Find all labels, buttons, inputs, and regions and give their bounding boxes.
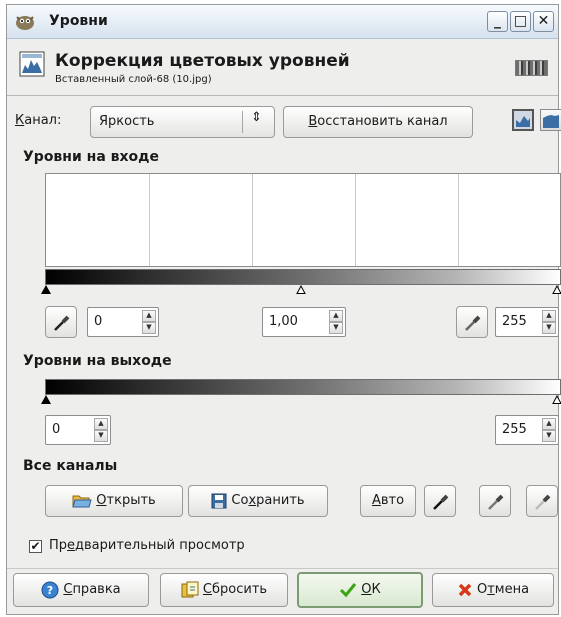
cancel-icon [458, 583, 472, 596]
gray-point-picker-button[interactable] [456, 306, 488, 338]
input-low-marker[interactable] [41, 285, 51, 294]
spin-up-button[interactable]: ▲ [329, 310, 343, 322]
minimize-button[interactable]: _ [487, 11, 508, 32]
auto-button[interactable]: Авто [360, 485, 416, 517]
gimp-icon [16, 16, 34, 30]
folder-open-icon [72, 495, 92, 507]
eyedropper-icon [488, 494, 504, 510]
ok-button[interactable]: ОК [297, 572, 423, 608]
spin-up-button[interactable]: ▲ [542, 310, 556, 322]
header-separator [7, 95, 558, 96]
linear-histogram-button[interactable] [512, 109, 534, 131]
title-bar[interactable]: Уровни _ □ ✕ [7, 5, 558, 39]
updown-arrows-icon: ⇕ [251, 110, 262, 125]
eyedropper-icon [535, 494, 551, 510]
preview-checkbox[interactable]: ✔ [29, 540, 42, 553]
floppy-disk-icon [211, 493, 227, 508]
reset-icon [181, 581, 199, 597]
input-levels-heading: Уровни на входе [23, 149, 159, 165]
all-channels-heading: Все каналы [23, 458, 118, 474]
input-gradient-bar[interactable] [45, 269, 561, 285]
output-low-marker[interactable] [41, 395, 51, 404]
cancel-button[interactable]: Отмена [432, 573, 554, 607]
spin-down-button[interactable]: ▼ [94, 430, 108, 442]
levels-dialog: Уровни _ □ ✕ Коррекция цветовых уровней … [6, 4, 561, 615]
open-button[interactable]: Открыть [45, 485, 183, 517]
spin-up-button[interactable]: ▲ [542, 418, 556, 430]
output-high-marker[interactable] [552, 395, 561, 404]
input-high-marker[interactable] [552, 285, 561, 294]
spin-up-button[interactable]: ▲ [94, 418, 108, 430]
auto-black-picker-button[interactable] [424, 485, 456, 517]
channel-label: Канал: [15, 113, 62, 128]
linear-histogram-icon [516, 116, 530, 127]
output-low-spin[interactable]: 0 ▲ ▼ [45, 415, 111, 445]
spin-down-button[interactable]: ▼ [329, 322, 343, 334]
levels-icon [19, 51, 45, 77]
input-high-spin[interactable]: 255 ▲ ▼ [495, 307, 559, 337]
reset-channel-button[interactable]: Восстановить канал [283, 106, 473, 138]
output-levels-heading: Уровни на выходе [23, 353, 172, 369]
log-histogram-button[interactable] [540, 109, 561, 131]
maximize-button[interactable]: □ [510, 11, 531, 32]
eyedropper-icon [54, 315, 70, 331]
help-button[interactable]: ? Справка [13, 573, 149, 607]
help-icon: ? [41, 581, 59, 598]
histogram[interactable] [45, 173, 561, 267]
dialog-heading: Коррекция цветовых уровней [55, 51, 350, 71]
black-point-picker-button[interactable] [45, 306, 77, 338]
checkmark-icon [340, 582, 357, 597]
channel-select[interactable]: Яркость ⇕ [90, 106, 275, 138]
input-gamma-marker[interactable] [296, 285, 306, 294]
auto-white-picker-button[interactable] [526, 485, 558, 517]
save-button[interactable]: Сохранить [188, 485, 328, 517]
close-button[interactable]: ✕ [533, 11, 554, 32]
gamma-spin[interactable]: 1,00 ▲ ▼ [262, 307, 346, 337]
eyedropper-icon [465, 315, 481, 331]
eyedropper-icon [433, 494, 449, 510]
spin-down-button[interactable]: ▼ [542, 322, 556, 334]
svg-text:?: ? [47, 584, 53, 597]
spin-down-button[interactable]: ▼ [542, 430, 556, 442]
output-gradient-bar[interactable] [45, 379, 561, 395]
preview-label[interactable]: Предварительный просмотр [49, 538, 245, 553]
layer-name: Вставленный слой-68 (10.jpg) [55, 74, 212, 85]
log-histogram-icon [543, 115, 559, 128]
input-low-spin[interactable]: 0 ▲ ▼ [87, 307, 159, 337]
spin-down-button[interactable]: ▼ [142, 322, 156, 334]
reset-button[interactable]: Сбросить [160, 573, 288, 607]
window-title: Уровни [49, 13, 108, 29]
layer-thumbnail [515, 60, 548, 76]
channel-select-value: Яркость [99, 114, 155, 129]
output-high-spin[interactable]: 255 ▲ ▼ [495, 415, 559, 445]
auto-gray-picker-button[interactable] [479, 485, 511, 517]
spin-up-button[interactable]: ▲ [142, 310, 156, 322]
